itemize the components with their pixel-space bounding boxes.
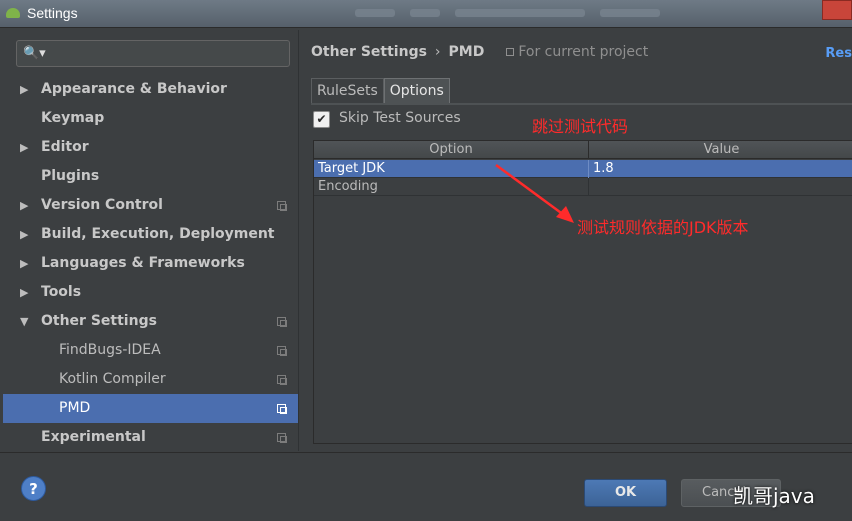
table-header: Option Value bbox=[314, 141, 852, 159]
window-close-button[interactable] bbox=[822, 0, 852, 20]
settings-content-panel: Other Settings › PMD For current project Re… bbox=[298, 30, 852, 451]
sidebar-item-other-settings[interactable]: ▼ Other Settings bbox=[3, 307, 298, 336]
project-scope-icon bbox=[277, 433, 287, 443]
annotation-skip-tests: 跳过测试代码 bbox=[532, 117, 629, 136]
pmd-tabs: RuleSets Options bbox=[311, 78, 450, 104]
expand-arrow-icon[interactable]: ▶ bbox=[20, 249, 28, 278]
expand-arrow-icon[interactable]: ▶ bbox=[20, 133, 28, 162]
title-bar: Settings bbox=[0, 0, 852, 28]
search-icon: 🔍▾ bbox=[23, 46, 46, 61]
settings-search-input[interactable] bbox=[49, 44, 279, 63]
skip-test-sources-checkbox[interactable]: ✔ bbox=[313, 111, 330, 128]
sidebar-item-version-control[interactable]: ▶ Version Control bbox=[3, 191, 298, 220]
sidebar-item-label: Build, Execution, Deployment bbox=[41, 226, 275, 242]
expand-arrow-icon[interactable]: ▶ bbox=[20, 278, 28, 307]
sidebar-item-label: Languages & Frameworks bbox=[41, 255, 245, 271]
tab-underline bbox=[311, 103, 852, 105]
sidebar-item-label: FindBugs-IDEA bbox=[59, 342, 161, 358]
settings-search-box[interactable]: 🔍▾ bbox=[16, 40, 290, 67]
column-header-option[interactable]: Option bbox=[314, 141, 589, 159]
reset-link[interactable]: Res bbox=[825, 46, 852, 61]
sidebar-item-label: Version Control bbox=[41, 197, 163, 213]
annotation-target-jdk: 测试规则依据的JDK版本 bbox=[577, 218, 749, 237]
tab-rulesets[interactable]: RuleSets bbox=[311, 78, 384, 104]
breadcrumb-current: PMD bbox=[448, 44, 485, 60]
project-scope-icon bbox=[277, 404, 287, 414]
value-cell[interactable] bbox=[589, 178, 852, 196]
settings-sidebar: 🔍▾ ▶ Appearance & Behavior Keymap ▶ Edit… bbox=[3, 30, 298, 451]
annotation-arrow-icon bbox=[495, 163, 574, 223]
sidebar-item-label: Keymap bbox=[41, 110, 105, 126]
blurred-title-area bbox=[600, 9, 660, 17]
sidebar-item-label: Tools bbox=[41, 284, 82, 300]
project-scope-icon bbox=[277, 346, 287, 356]
ok-button[interactable]: OK bbox=[584, 479, 667, 507]
value-cell[interactable]: 1.8 bbox=[589, 160, 852, 178]
collapse-arrow-icon[interactable]: ▼ bbox=[20, 307, 28, 336]
sidebar-item-keymap[interactable]: Keymap bbox=[3, 104, 298, 133]
blurred-title-area bbox=[355, 9, 395, 17]
skip-test-sources-label: Skip Test Sources bbox=[339, 110, 461, 126]
sidebar-item-kotlin-compiler[interactable]: Kotlin Compiler bbox=[3, 365, 298, 394]
scope-text: For current project bbox=[518, 44, 649, 60]
sidebar-item-label: Appearance & Behavior bbox=[41, 81, 227, 97]
breadcrumb-parent: Other Settings bbox=[311, 44, 427, 60]
table-row[interactable]: Encoding bbox=[314, 178, 852, 196]
project-scope-icon bbox=[277, 201, 287, 211]
blurred-title-area bbox=[455, 9, 585, 17]
breadcrumb: Other Settings › PMD For current project bbox=[311, 44, 648, 60]
sidebar-item-build-execution-deployment[interactable]: ▶ Build, Execution, Deployment bbox=[3, 220, 298, 249]
android-app-icon bbox=[6, 8, 20, 18]
watermark-text: 凯哥java bbox=[733, 484, 815, 508]
sidebar-item-experimental[interactable]: Experimental bbox=[3, 423, 298, 452]
sidebar-item-label: Plugins bbox=[41, 168, 100, 184]
expand-arrow-icon[interactable]: ▶ bbox=[20, 220, 28, 249]
sidebar-item-findbugs-idea[interactable]: FindBugs-IDEA bbox=[3, 336, 298, 365]
sidebar-item-appearance-behavior[interactable]: ▶ Appearance & Behavior bbox=[3, 75, 298, 104]
column-header-value[interactable]: Value bbox=[589, 141, 852, 159]
help-button[interactable]: ? bbox=[21, 476, 46, 501]
sidebar-item-label: Experimental bbox=[41, 429, 146, 445]
tab-options[interactable]: Options bbox=[383, 78, 450, 104]
options-table: Option Value Target JDK 1.8 Encoding bbox=[313, 140, 852, 444]
expand-arrow-icon[interactable]: ▶ bbox=[20, 191, 28, 220]
sidebar-item-editor[interactable]: ▶ Editor bbox=[3, 133, 298, 162]
sidebar-item-label: Kotlin Compiler bbox=[59, 371, 166, 387]
sidebar-item-label: Other Settings bbox=[41, 313, 157, 329]
sidebar-item-label: PMD bbox=[59, 400, 91, 416]
settings-tree: ▶ Appearance & Behavior Keymap ▶ Editor … bbox=[3, 75, 298, 452]
project-scope-icon bbox=[506, 48, 515, 56]
expand-arrow-icon[interactable]: ▶ bbox=[20, 75, 28, 104]
project-scope-icon bbox=[277, 375, 287, 385]
dialog-button-bar: ? OK Cancel 凯哥java bbox=[0, 452, 852, 521]
sidebar-item-label: Editor bbox=[41, 139, 89, 155]
project-scope-icon bbox=[277, 317, 287, 327]
sidebar-item-pmd[interactable]: PMD bbox=[3, 394, 298, 423]
table-row[interactable]: Target JDK 1.8 bbox=[314, 160, 852, 178]
sidebar-item-tools[interactable]: ▶ Tools bbox=[3, 278, 298, 307]
window-title: Settings bbox=[27, 5, 78, 21]
blurred-title-area bbox=[410, 9, 440, 17]
sidebar-item-languages-frameworks[interactable]: ▶ Languages & Frameworks bbox=[3, 249, 298, 278]
sidebar-item-plugins[interactable]: Plugins bbox=[3, 162, 298, 191]
breadcrumb-separator: › bbox=[434, 44, 441, 60]
project-scope-label: For current project bbox=[506, 44, 648, 60]
